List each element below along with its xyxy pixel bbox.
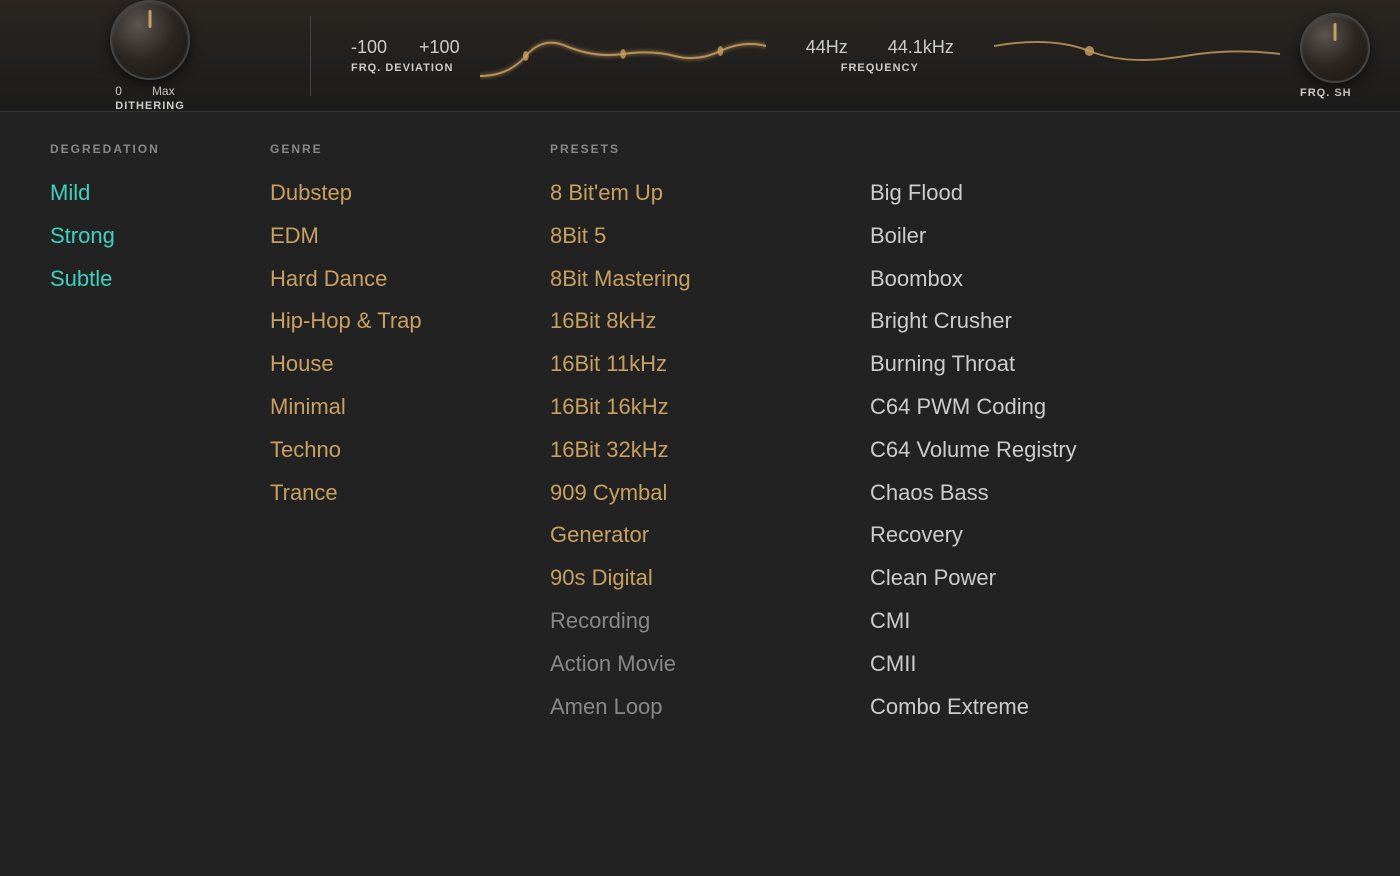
presets-right-column: PRESETS Big FloodBoilerBoomboxBright Cru… [870, 142, 1190, 846]
genre-item[interactable]: Hard Dance [270, 264, 550, 295]
preset-item-left[interactable]: 8 Bit'em Up [550, 178, 870, 209]
preset-item-left[interactable]: 16Bit 11kHz [550, 349, 870, 380]
preset-item-right[interactable]: Clean Power [870, 563, 1190, 594]
preset-item-right[interactable]: C64 Volume Registry [870, 435, 1190, 466]
degradation-item[interactable]: Subtle [50, 264, 270, 295]
frequency-label: FREQUENCY [841, 62, 919, 74]
frq-sh-group: FRQ. SH [1300, 13, 1370, 99]
frq-sh-name: FRQ. SH [1300, 87, 1352, 99]
frequency-hz: 44Hz [806, 37, 848, 58]
preset-item-right[interactable]: C64 PWM Coding [870, 392, 1190, 423]
preset-item-left[interactable]: 16Bit 8kHz [550, 306, 870, 337]
presets-header: PRESETS [550, 142, 870, 156]
curve-svg [480, 16, 766, 96]
genre-header: GENRE [270, 142, 550, 156]
preset-item-left[interactable]: 16Bit 32kHz [550, 435, 870, 466]
degradation-list: Mild Strong Subtle [50, 178, 270, 306]
degradation-item[interactable]: Mild [50, 178, 270, 209]
preset-item-left[interactable]: 90s Digital [550, 563, 870, 594]
preset-item-right[interactable]: Recovery [870, 520, 1190, 551]
genre-item[interactable]: Trance [270, 478, 550, 509]
dithering-max: Max [152, 84, 175, 98]
preset-item-left[interactable]: Generator [550, 520, 870, 551]
preset-item-left[interactable]: Action Movie [550, 649, 870, 680]
genre-item[interactable]: EDM [270, 221, 550, 252]
instrument-bar: 0 Max DITHERING -100 +100 FRQ. DEVIATION [0, 0, 1400, 112]
genre-item[interactable]: Dubstep [270, 178, 550, 209]
frequency-group: 44Hz 44.1kHz FREQUENCY [806, 37, 954, 74]
genre-item[interactable]: Minimal [270, 392, 550, 423]
degradation-item[interactable]: Strong [50, 221, 270, 252]
dithering-min: 0 [115, 84, 122, 98]
curve-right [994, 16, 1280, 96]
presets-left-list: 8 Bit'em Up 8Bit 5 8Bit Mastering 16Bit 8kH… [550, 178, 870, 734]
presets-left-column: PRESETS 8 Bit'em Up 8Bit 5 8Bit Mastering 1… [550, 142, 870, 846]
preset-item-left[interactable]: 909 Cymbal [550, 478, 870, 509]
genre-column: GENRE Dubstep EDM Hard Dance Hip-Hop & Trap… [270, 142, 550, 846]
dithering-section: 0 Max DITHERING [0, 0, 300, 111]
preset-item-right[interactable]: CMII [870, 649, 1190, 680]
dithering-knob-group: 0 Max DITHERING [110, 0, 190, 112]
curve-display [480, 16, 766, 96]
frq-deviation-min: -100 [351, 37, 387, 58]
presets-right-list: Big Flood Boiler Boombox Bright Crusher Burn… [870, 178, 1190, 734]
preset-item-left[interactable]: 8Bit 5 [550, 221, 870, 252]
preset-item-left[interactable]: Amen Loop [550, 692, 870, 723]
preset-item-left[interactable]: 8Bit Mastering [550, 264, 870, 295]
dithering-range: 0 Max [115, 84, 185, 98]
main-content: DEGREDATION Mild Strong Subtle GENRE Dubst… [0, 112, 1400, 876]
frq-deviation-name: FRQ. DEVIATION [351, 62, 453, 74]
divider-1 [310, 16, 311, 96]
frq-deviation-max: +100 [419, 37, 460, 58]
preset-item-right[interactable]: Combo Extreme [870, 692, 1190, 723]
genre-list: Dubstep EDM Hard Dance Hip-Hop & Trap House M… [270, 178, 550, 520]
frq-deviation-values: -100 +100 [351, 37, 460, 58]
degradation-column: DEGREDATION Mild Strong Subtle [50, 142, 270, 846]
preset-item-right[interactable]: Big Flood [870, 178, 1190, 209]
preset-item-right[interactable]: Chaos Bass [870, 478, 1190, 509]
preset-item-right[interactable]: Boiler [870, 221, 1190, 252]
curve-right-svg [994, 16, 1280, 96]
genre-item[interactable]: House [270, 349, 550, 380]
genre-item[interactable]: Techno [270, 435, 550, 466]
frequency-khz: 44.1kHz [888, 37, 954, 58]
frq-deviation-group: -100 +100 FRQ. DEVIATION [351, 37, 460, 74]
preset-item-right[interactable]: Boombox [870, 264, 1190, 295]
preset-item-left[interactable]: 16Bit 16kHz [550, 392, 870, 423]
preset-item-right[interactable]: Burning Throat [870, 349, 1190, 380]
preset-item-right[interactable]: Bright Crusher [870, 306, 1190, 337]
preset-item-right[interactable]: CMI [870, 606, 1190, 637]
degradation-header: DEGREDATION [50, 142, 270, 156]
genre-item[interactable]: Hip-Hop & Trap [270, 306, 550, 337]
preset-item-left[interactable]: Recording [550, 606, 870, 637]
frq-sh-knob[interactable] [1300, 13, 1370, 83]
dithering-label-group: 0 Max DITHERING [115, 84, 185, 112]
dithering-name: DITHERING [115, 100, 185, 112]
dithering-knob[interactable] [110, 0, 190, 80]
